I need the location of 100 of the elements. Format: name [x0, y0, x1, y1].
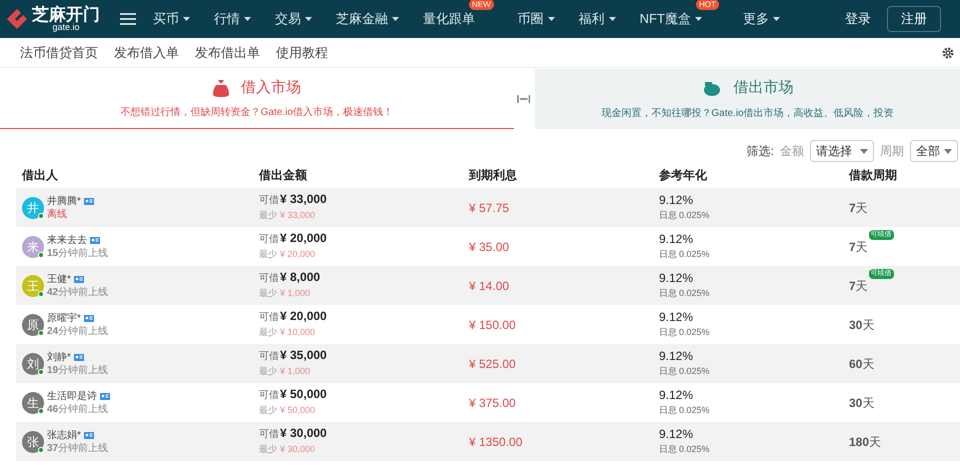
status-text: 42分钟前上线	[47, 286, 108, 298]
min-label: 最少	[259, 287, 277, 300]
nav-item[interactable]: 交易	[275, 9, 312, 29]
id-card-icon	[84, 314, 94, 322]
period-label: 周期	[880, 143, 904, 160]
annual-rate: 9.12%	[659, 232, 694, 246]
interest-amount: ¥ 150.00	[469, 316, 517, 334]
status-text: 24分钟前上线	[47, 324, 108, 338]
nav-item[interactable]: 芝麻金融	[336, 9, 399, 29]
available-amount: ¥ 20,000	[280, 231, 327, 246]
daily-label: 日息	[659, 442, 677, 456]
column-header: 借出人	[22, 167, 59, 184]
available-label: 可借	[259, 428, 279, 442]
min-label: 最少	[259, 209, 277, 222]
nav-item[interactable]: 买币	[153, 9, 190, 29]
daily-rate: 0.025%	[679, 286, 710, 300]
nav-item[interactable]: NFT魔盒	[640, 9, 702, 29]
avatar: 张	[22, 430, 44, 452]
annual-rate: 9.12%	[659, 348, 694, 364]
logo-icon	[6, 8, 28, 30]
subnav-link[interactable]: 法币借贷首页	[20, 42, 98, 62]
login-link[interactable]: 登录	[845, 9, 871, 29]
daily-label: 日息	[659, 286, 677, 300]
status-text: 46分钟前上线	[47, 402, 110, 416]
daily-label: 日息	[659, 364, 677, 378]
loan-period: 30天	[849, 394, 874, 412]
available-label: 可借	[259, 311, 279, 325]
logo-subtitle: gate.io	[52, 23, 80, 32]
nav-item[interactable]: 更多	[742, 9, 780, 29]
id-card-icon	[84, 432, 94, 438]
period-select[interactable]: 全部	[910, 140, 958, 162]
annual-rate: 9.12%	[659, 388, 694, 402]
loan-period: 30天	[849, 316, 874, 334]
daily-rate: 0.025%	[679, 248, 710, 260]
subnav-link[interactable]: 发布借出单	[195, 42, 260, 62]
switch-icon[interactable]	[516, 95, 530, 103]
nav-item[interactable]: 量化跟单	[423, 9, 475, 29]
daily-rate: 0.025%	[679, 364, 710, 378]
min-amount: ¥ 33,000	[280, 209, 316, 222]
amount-select[interactable]: 请选择	[810, 140, 874, 162]
id-card-icon	[100, 392, 110, 400]
min-amount: ¥ 50,000	[280, 404, 316, 417]
logo-title: 芝麻开门	[32, 6, 100, 23]
id-card-icon	[90, 236, 100, 244]
subnav-link[interactable]: 使用教程	[276, 42, 328, 62]
min-amount: ¥ 1,000	[280, 365, 310, 378]
lender-name: 王健*	[47, 272, 71, 286]
nav-item[interactable]: 福利	[578, 9, 616, 29]
available-label: 可借	[259, 350, 279, 364]
money-bag-icon	[212, 79, 229, 97]
available-label: 可借	[259, 194, 279, 208]
loan-period: 7天	[849, 200, 868, 216]
status-text: 15分钟前上线	[47, 246, 108, 260]
daily-rate: 0.025%	[679, 208, 710, 222]
annual-rate: 9.12%	[659, 270, 694, 286]
avatar: 原	[22, 314, 44, 336]
available-amount: ¥ 30,000	[280, 426, 327, 441]
daily-rate: 0.025%	[679, 442, 710, 456]
column-header: 到期利息	[469, 167, 518, 184]
available-label: 可借	[259, 272, 279, 286]
filter-label: 筛选:	[746, 143, 774, 160]
avatar: 井	[22, 196, 44, 218]
menu-icon[interactable]	[120, 13, 136, 25]
nav-item[interactable]: 币圈	[518, 9, 555, 29]
loan-period: 7天	[849, 278, 868, 294]
nav-badge: HOT	[696, 0, 719, 10]
annual-rate: 9.12%	[659, 426, 694, 442]
id-card-icon	[74, 354, 84, 360]
daily-label: 日息	[659, 326, 677, 338]
available-amount: ¥ 35,000	[280, 348, 327, 363]
min-label: 最少	[259, 404, 277, 417]
subnav-link[interactable]: 发布借入单	[114, 42, 179, 62]
status-text: 37分钟前上线	[47, 442, 108, 454]
lender-name: 来来去去	[47, 234, 87, 246]
available-amount: ¥ 33,000	[280, 192, 327, 207]
nav-item[interactable]: 行情	[214, 9, 251, 29]
interest-amount: ¥ 57.75	[469, 200, 510, 216]
daily-label: 日息	[659, 248, 677, 260]
available-amount: ¥ 50,000	[280, 387, 327, 402]
min-label: 最少	[259, 365, 277, 378]
market-tab[interactable]: 借出市场 现金闲置，不知往哪投？Gate.io借出市场，高收益、低风险，投资	[535, 69, 960, 129]
column-header: 借出金额	[259, 167, 308, 184]
status-text: 19分钟前上线	[47, 364, 108, 376]
caret-icon	[860, 148, 868, 154]
interest-amount: ¥ 375.00	[469, 394, 517, 412]
id-card-icon	[84, 198, 94, 204]
loan-period: 7天	[849, 238, 868, 256]
daily-label: 日息	[659, 404, 677, 416]
lender-name: 井腾腾*	[47, 194, 81, 208]
interest-amount: ¥ 14.00	[469, 278, 510, 294]
loan-period: 180天	[849, 434, 882, 450]
available-label: 可借	[259, 389, 279, 403]
lender-name: 刘静*	[47, 350, 71, 364]
settings-icon[interactable]	[942, 46, 954, 58]
register-button[interactable]: 注册	[887, 6, 941, 32]
min-amount: ¥ 1,000	[280, 287, 310, 300]
lender-name: 张志娟*	[47, 428, 81, 442]
available-label: 可借	[259, 233, 279, 247]
min-amount: ¥ 20,000	[280, 248, 316, 261]
min-label: 最少	[259, 248, 277, 261]
